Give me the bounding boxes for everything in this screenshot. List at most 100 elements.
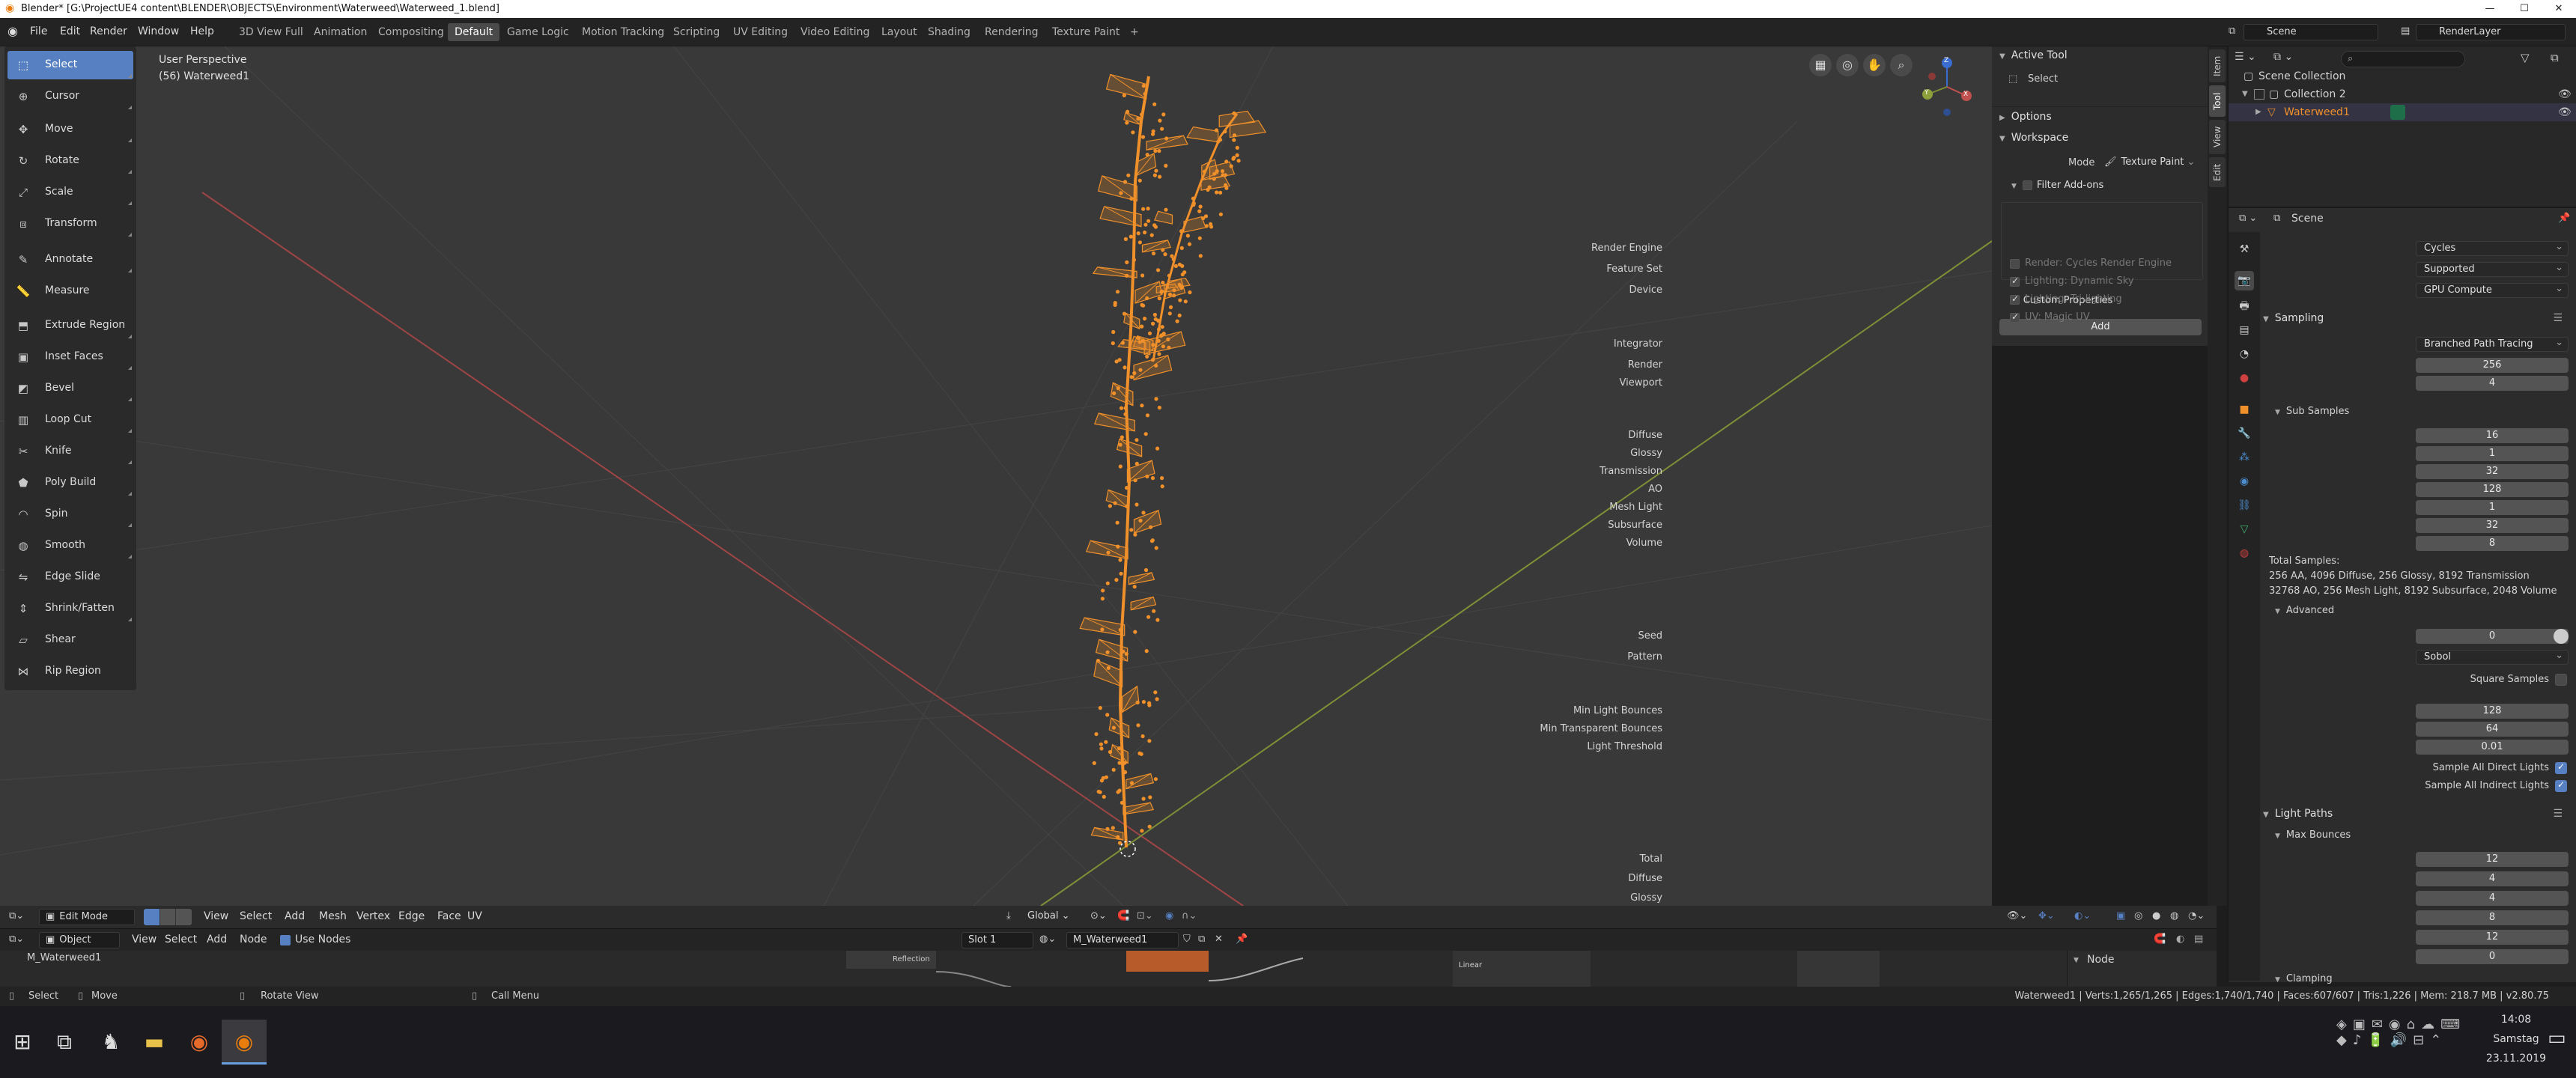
clock-time[interactable]: 14:08	[2479, 1014, 2554, 1026]
menu-help[interactable]: Help	[190, 25, 214, 37]
eye-icon[interactable]: 👁	[2558, 103, 2572, 121]
output-tab-icon[interactable]: 🖶	[2235, 296, 2254, 316]
tool-poly-build[interactable]: ⬟ Poly Build	[7, 469, 133, 497]
bounce-diffuse-field[interactable]: 4	[2416, 871, 2569, 886]
clamping-subpanel-header[interactable]: ▼ Clamping	[2275, 973, 2333, 984]
subsample-subsurface-field[interactable]: 32	[2416, 518, 2569, 533]
edge-select-icon[interactable]	[159, 909, 176, 925]
wireframe-shading-icon[interactable]: ◎	[2134, 910, 2142, 922]
workspace-tab[interactable]: Texture Paint	[1045, 23, 1126, 41]
view-layer-tab-icon[interactable]: ▤	[2235, 320, 2254, 340]
gizmo-toggle-icon[interactable]: ✥⌄	[2038, 910, 2055, 922]
unlink-icon[interactable]: ✕	[1215, 934, 1223, 945]
task-view-icon[interactable]: ⧉	[42, 1020, 87, 1065]
rendered-shading-icon[interactable]: ◔⌄	[2188, 910, 2205, 922]
menu-edit[interactable]: Edit	[60, 25, 80, 37]
app-icon[interactable]: ♞	[88, 1020, 133, 1065]
modifier-tab-icon[interactable]: 🔧	[2235, 424, 2254, 443]
workspace-tab[interactable]: Compositing	[371, 23, 451, 41]
camera-icon[interactable]: ◎	[1836, 54, 1859, 76]
node-menu-select[interactable]: Select	[165, 934, 197, 945]
outliner-row-waterweed1[interactable]: ▶ ▽ Waterweed1 👁	[2229, 103, 2576, 121]
workspace-tab[interactable]: UV Editing	[726, 23, 795, 41]
viewport-menu-edge[interactable]: Edge	[398, 910, 425, 922]
solid-shading-icon[interactable]: ●	[2152, 910, 2160, 922]
device-dropdown[interactable]: GPU Compute	[2416, 282, 2569, 298]
feature-set-dropdown[interactable]: Supported	[2416, 261, 2569, 277]
maximize-button[interactable]: ☐	[2507, 0, 2542, 18]
snap-icon[interactable]: 🧲	[2154, 934, 2166, 945]
tool-cursor[interactable]: ⊕ Cursor	[7, 82, 133, 111]
constraints-tab-icon[interactable]: ⛓	[2235, 496, 2254, 515]
viewport-menu-add[interactable]: Add	[285, 910, 305, 922]
workspace-tab-active[interactable]: Default	[448, 23, 500, 41]
xray-icon[interactable]: ▣	[2116, 910, 2125, 922]
min-light-bounces-field[interactable]: 128	[2416, 704, 2569, 719]
checkbox-icon[interactable]	[2254, 89, 2264, 100]
snap-target-icon[interactable]: ⊡⌄	[1137, 910, 1153, 922]
sample-all-indirect-lights-checkbox[interactable]	[2555, 779, 2567, 792]
object-tab-icon[interactable]: ■	[2235, 400, 2254, 419]
pin-icon[interactable]: 📌	[1236, 934, 1248, 945]
workspace-tab[interactable]: Layout	[875, 23, 924, 41]
render-tab-icon[interactable]: 📷	[2235, 271, 2254, 290]
outliner-editor-type-icon[interactable]: ☰ ⌄	[2235, 51, 2264, 67]
outliner-row-scene-collection[interactable]: ▢ Scene Collection	[2229, 67, 2576, 85]
menu-render[interactable]: Render	[90, 25, 127, 37]
filter-addons-checkbox[interactable]	[2022, 180, 2032, 190]
physics-tab-icon[interactable]: ◉	[2235, 472, 2254, 491]
overlay-icon[interactable]: ◐	[2176, 934, 2184, 945]
subsample-ao-field[interactable]: 128	[2416, 482, 2569, 497]
tab-item[interactable]: Item	[2209, 49, 2226, 82]
tool-shrink-fatten[interactable]: ⇕ Shrink/Fatten	[7, 594, 133, 623]
workspace-tab[interactable]: 3D View Full	[232, 23, 310, 41]
node-menu-view[interactable]: View	[132, 934, 157, 945]
tool-annotate[interactable]: ✎ Annotate	[7, 246, 133, 274]
tool-shear[interactable]: ▱ Shear	[7, 626, 133, 654]
orientation-dropdown[interactable]: Global ⌄	[1021, 909, 1081, 925]
panel-menu-icon[interactable]: ☰	[2553, 804, 2563, 823]
use-nodes-checkbox[interactable]	[280, 935, 291, 945]
filter-icon[interactable]: ▽	[2521, 51, 2530, 64]
node-menu-add[interactable]: Add	[207, 934, 227, 945]
tool-spin[interactable]: ◠ Spin	[7, 500, 133, 529]
bounce-transmission-field[interactable]: 12	[2416, 930, 2569, 945]
face-select-icon[interactable]	[175, 909, 192, 925]
render-samples-field[interactable]: 256	[2416, 358, 2569, 373]
workspace-tab[interactable]: Motion Tracking	[575, 23, 671, 41]
tool-smooth[interactable]: ◍ Smooth	[7, 532, 133, 560]
system-tray-icons[interactable]: ◈▣✉◉⌂☁⌨ ◆♪🔋🔊⊟⌃	[2336, 1017, 2486, 1069]
viewport-menu-select[interactable]: Select	[240, 910, 272, 922]
mode-dropdown[interactable]: 🖌 Texture Paint ⌄	[2104, 154, 2203, 171]
tool-bevel[interactable]: ◩ Bevel	[7, 374, 133, 403]
workspace-tab[interactable]: Animation	[307, 23, 374, 41]
tool-transform[interactable]: ⧈ Transform	[7, 210, 133, 238]
tab-edit[interactable]: Edit	[2209, 157, 2226, 187]
viewport-samples-field[interactable]: 4	[2416, 376, 2569, 391]
expand-arrow-icon[interactable]: ▼	[2242, 85, 2248, 103]
camera-view-icon[interactable]: ▦	[1809, 54, 1832, 76]
tool-knife[interactable]: ✂ Knife	[7, 437, 133, 466]
workspace-header[interactable]: ▼ Workspace	[1999, 132, 2068, 144]
seed-clock-icon[interactable]	[2554, 629, 2569, 644]
min-transparent-bounces-field[interactable]: 64	[2416, 722, 2569, 737]
shader-type-dropdown[interactable]: ▣ Object	[39, 932, 120, 948]
material-icon[interactable]: ◍⌄	[1039, 934, 1056, 945]
slot-dropdown[interactable]: Slot 1	[962, 932, 1033, 948]
subsample-mesh-light-field[interactable]: 1	[2416, 500, 2569, 515]
subsample-glossy-field[interactable]: 1	[2416, 446, 2569, 461]
outliner-row-collection-2[interactable]: ▼ ▢ Collection 2 👁	[2229, 85, 2576, 103]
bounce-total-field[interactable]: 12	[2416, 852, 2569, 867]
duplicate-material-icon[interactable]: ⧉	[1198, 934, 1205, 945]
close-button[interactable]: ✕	[2542, 0, 2576, 18]
subsample-volume-field[interactable]: 8	[2416, 536, 2569, 551]
pivot-icon[interactable]: ⊙⌄	[1090, 910, 1107, 922]
waterweed-mesh[interactable]	[0, 46, 1992, 906]
integrator-dropdown[interactable]: Branched Path Tracing	[2416, 336, 2569, 352]
bounce-glossy-field[interactable]: 4	[2416, 891, 2569, 906]
tool-measure[interactable]: 📏 Measure	[7, 277, 133, 305]
tool-inset-faces[interactable]: ▣ Inset Faces	[7, 343, 133, 371]
light-paths-panel-header[interactable]: ▼ Light Paths ☰	[2263, 804, 2570, 823]
options-header[interactable]: ▶ Options	[1999, 111, 2052, 123]
node-menu-node[interactable]: Node	[240, 934, 267, 945]
